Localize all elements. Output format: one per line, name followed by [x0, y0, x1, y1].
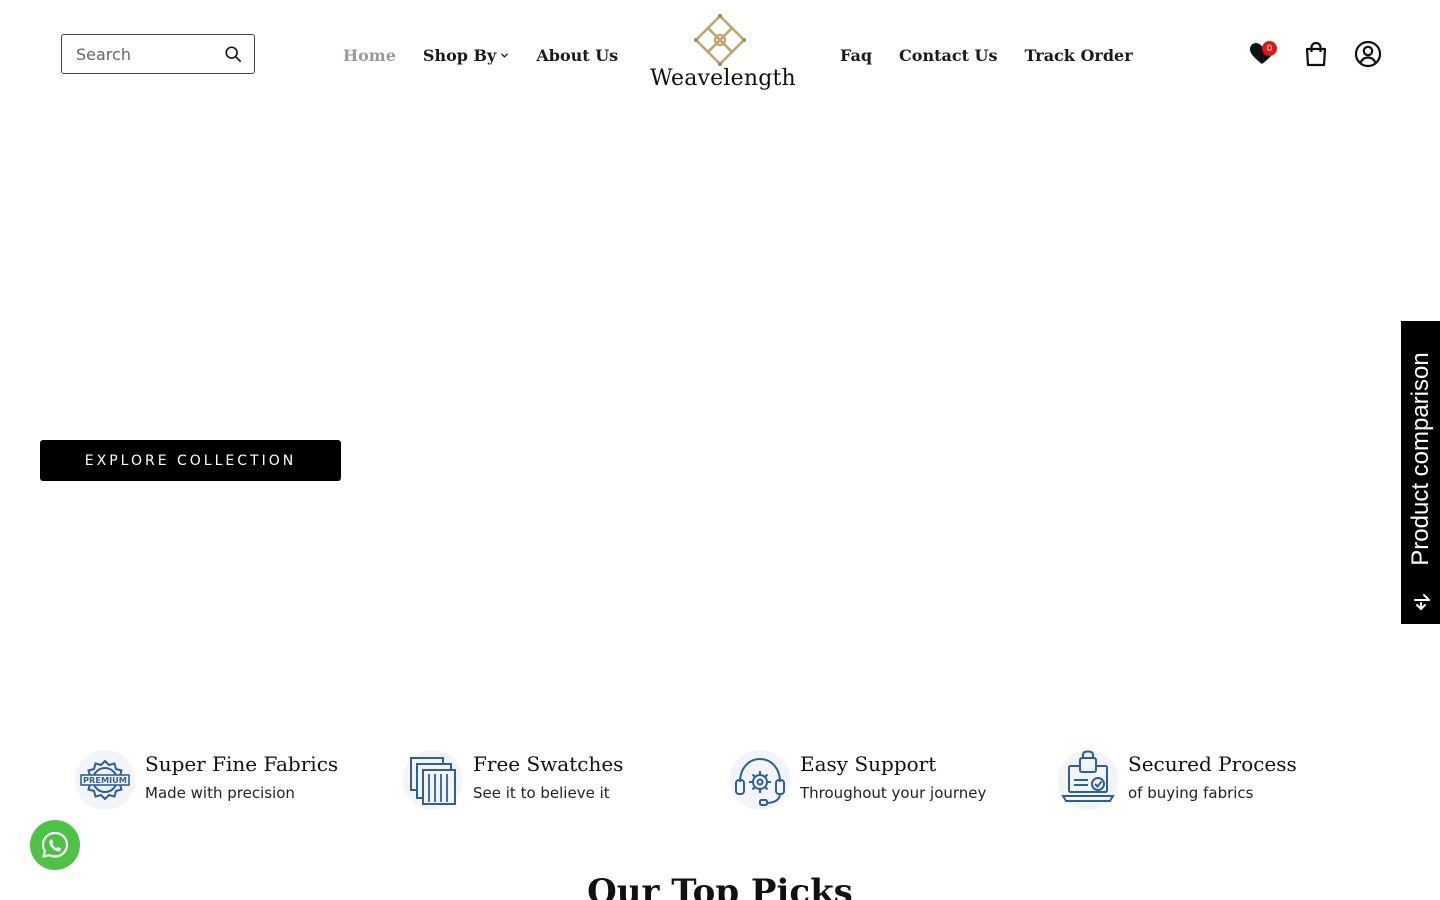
whatsapp-chat-button[interactable] — [30, 820, 80, 870]
primary-nav-right: Faq Contact Us Track Order — [840, 42, 1160, 68]
brand-logo[interactable]: Weavelength — [650, 12, 796, 98]
primary-nav-left: Home Shop By About Us — [343, 42, 645, 68]
feature-title: Easy Support — [800, 752, 937, 776]
nav-faq[interactable]: Faq — [840, 46, 872, 65]
swatches-icon — [403, 750, 463, 810]
premium-badge-icon: PREMIUM — [75, 750, 135, 810]
whatsapp-icon — [41, 831, 69, 858]
feature-subtitle: of buying fabrics — [1128, 784, 1254, 802]
feature-subtitle: Made with precision — [145, 784, 295, 802]
nav-shop-by[interactable]: Shop By — [423, 46, 509, 65]
wishlist-count-badge: 0 — [1262, 41, 1277, 56]
secure-laptop-icon — [1058, 750, 1118, 810]
search-icon[interactable] — [224, 45, 242, 63]
feature-title: Free Swatches — [473, 752, 624, 776]
explore-collection-button[interactable]: EXPLORE COLLECTION — [40, 440, 341, 481]
brand-name: Weavelength — [650, 66, 796, 91]
product-comparison-label: Product comparison — [1406, 351, 1434, 566]
nav-about-us[interactable]: About Us — [536, 46, 618, 65]
premium-badge-text: PREMIUM — [83, 775, 127, 785]
bag-icon[interactable] — [1302, 40, 1330, 68]
nav-home[interactable]: Home — [343, 46, 396, 65]
site-header: Home Shop By About Us Weavelength — [0, 0, 1440, 110]
compare-arrows-icon — [1414, 594, 1430, 611]
nav-track-order[interactable]: Track Order — [1025, 46, 1133, 65]
feature-subtitle: See it to believe it — [473, 784, 610, 802]
nav-shop-by-label: Shop By — [422, 45, 497, 65]
chevron-down-icon — [501, 52, 509, 58]
brand-logo-mark — [694, 14, 746, 66]
product-comparison-tab[interactable]: Product comparison — [1401, 321, 1440, 624]
nav-contact-us[interactable]: Contact Us — [899, 46, 997, 65]
feature-title: Secured Process — [1128, 752, 1297, 776]
account-icon[interactable] — [1354, 40, 1382, 68]
feature-subtitle: Throughout your journey — [800, 784, 987, 802]
section-title-top-picks: Our Top Picks — [587, 872, 853, 900]
support-headset-icon — [730, 750, 790, 810]
search-input[interactable] — [76, 43, 216, 65]
feature-title: Super Fine Fabrics — [145, 752, 339, 776]
